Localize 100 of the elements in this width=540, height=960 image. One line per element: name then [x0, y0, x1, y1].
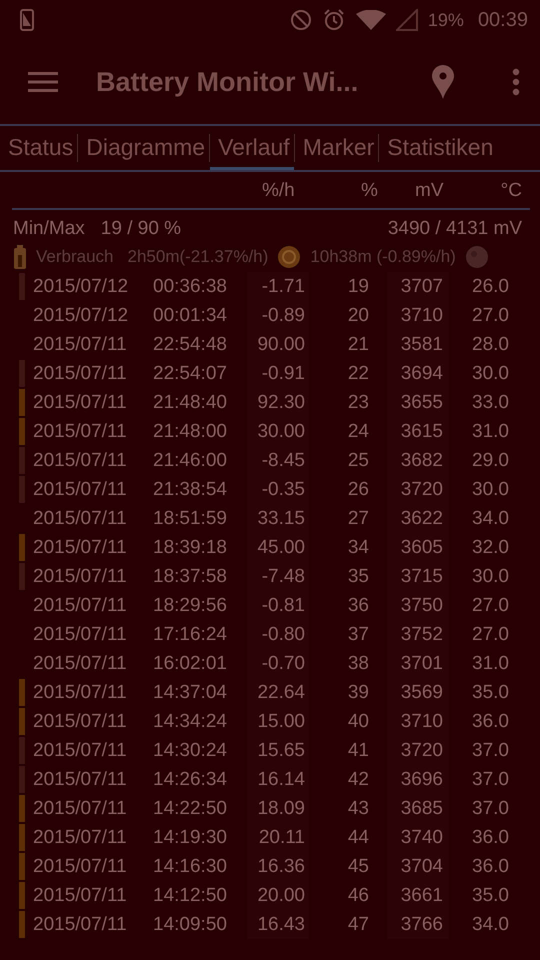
- table-cell-text: 37.0: [471, 740, 509, 762]
- table-cell-text: 18:29:56: [153, 594, 228, 616]
- table-cell: -0.91: [247, 359, 309, 388]
- table-cell-text: 2015/07/11: [33, 884, 128, 906]
- table-cell-text: 30.0: [471, 566, 509, 588]
- do-not-disturb-icon: [290, 9, 312, 31]
- table-cell-text: 21:48:00: [153, 420, 228, 442]
- table-cell-text: 19: [346, 276, 369, 298]
- table-cell-text: 2015/07/12: [33, 304, 130, 326]
- table-cell-text: 21: [346, 334, 369, 356]
- table-cell: 15.00: [247, 707, 309, 736]
- table-cell-text: 41: [346, 740, 369, 762]
- table-cell-text: 35.0: [471, 682, 509, 704]
- legend-label: Verbrauch: [36, 247, 114, 267]
- table-cell-text: 45: [346, 856, 369, 878]
- table-cell: 3661: [387, 881, 449, 910]
- table-cell-text: 31.0: [471, 420, 509, 442]
- table-cell-text: 2015/07/11: [33, 566, 128, 588]
- table-cell-text: 2015/07/11: [33, 740, 128, 762]
- column-header: %: [361, 180, 378, 202]
- table-cell: 3710: [387, 707, 449, 736]
- battery-icon: [14, 245, 26, 269]
- table-cell-text: 29.0: [471, 450, 509, 472]
- table-cell-text: 2015/07/11: [33, 594, 128, 616]
- table-cell: 3605: [387, 533, 449, 562]
- tab[interactable]: Marker: [294, 126, 378, 170]
- table-cell: 3696: [387, 765, 449, 794]
- table-cell: 20.11: [247, 823, 309, 852]
- table-cell: 22.64: [247, 678, 309, 707]
- table-cell-text: 37.0: [471, 768, 509, 790]
- table-cell: -1.71: [247, 272, 309, 301]
- location-pin-icon[interactable]: [432, 65, 454, 99]
- table-cell-text: 21:38:54: [153, 478, 228, 500]
- table-cell: -0.81: [247, 591, 309, 620]
- table-cell-text: 2015/07/11: [33, 856, 128, 878]
- screen-off-rate: 10h38m (-0.89%/h): [310, 247, 456, 267]
- table-cell-text: 14:37:04: [153, 682, 228, 704]
- tab[interactable]: Diagramme: [78, 126, 210, 170]
- table-cell: -8.45: [247, 446, 309, 475]
- table-cell: -7.48: [247, 562, 309, 591]
- table-cell: 15.65: [247, 736, 309, 765]
- table-cell: 3707: [387, 272, 449, 301]
- table-cell-text: 47: [346, 914, 369, 936]
- table-cell-text: 2015/07/11: [33, 362, 128, 384]
- table-cell: 3682: [387, 446, 449, 475]
- table-cell: 16.36: [247, 852, 309, 881]
- table-cell: -0.80: [247, 620, 309, 649]
- table-cell-text: 30.0: [471, 362, 509, 384]
- table-cell: 90.00: [247, 330, 309, 359]
- table-cell: 16.14: [247, 765, 309, 794]
- table-cell-text: 2015/07/11: [33, 914, 128, 936]
- table-cell-text: 37: [346, 624, 369, 646]
- table-cell-text: 26: [346, 478, 369, 500]
- table-cell-text: 38: [346, 652, 369, 674]
- tab[interactable]: Status: [0, 126, 78, 170]
- table-cell-text: 22:54:07: [153, 362, 228, 384]
- table-cell-text: 40: [346, 710, 369, 732]
- table-cell-text: 42: [346, 768, 369, 790]
- table-cell-text: 2015/07/11: [33, 478, 128, 500]
- table-cell-text: 36.0: [471, 826, 509, 848]
- table-cell-text: 2015/07/11: [33, 420, 128, 442]
- table-cell: -0.89: [247, 301, 309, 330]
- table-cell: 3740: [387, 823, 449, 852]
- table-cell-text: 14:12:50: [153, 884, 228, 906]
- table-cell-text: 36.0: [471, 856, 509, 878]
- table-cell-text: 30.0: [471, 478, 509, 500]
- table-cell-text: 2015/07/11: [33, 768, 128, 790]
- table-cell-text: 2015/07/11: [33, 334, 128, 356]
- table-cell-text: 27: [346, 508, 369, 530]
- table-cell: 92.30: [247, 388, 309, 417]
- table-cell: 3720: [387, 736, 449, 765]
- table-cell-text: 2015/07/12: [33, 276, 130, 298]
- more-options-icon[interactable]: [512, 68, 520, 96]
- menu-icon[interactable]: [28, 71, 58, 93]
- table-cell-text: 00:36:38: [153, 276, 228, 298]
- table-cell: 3750: [387, 591, 449, 620]
- tab[interactable]: Statistiken: [379, 126, 498, 170]
- table-cell-text: 34.0: [471, 508, 509, 530]
- table-cell-text: 22:54:48: [153, 334, 228, 356]
- table-cell: -0.35: [247, 475, 309, 504]
- table-cell: 3701: [387, 649, 449, 678]
- table-cell-text: 20: [346, 304, 369, 326]
- table-cell: 3615: [387, 417, 449, 446]
- table-cell-text: 14:09:50: [153, 914, 228, 936]
- table-cell: 3704: [387, 852, 449, 881]
- table-cell: 3569: [387, 678, 449, 707]
- table-cell-text: 18:51:59: [153, 508, 228, 530]
- alarm-icon: [322, 8, 346, 32]
- table-cell-text: 14:22:50: [153, 798, 228, 820]
- table-cell-text: 2015/07/11: [33, 798, 128, 820]
- table-cell-text: 2015/07/11: [33, 624, 128, 646]
- screen-on-rate: 2h50m(-21.37%/h): [128, 247, 268, 267]
- battery-percent: 19%: [428, 10, 464, 30]
- table-cell-text: 14:16:30: [153, 856, 228, 878]
- table-cell-text: 32.0: [471, 536, 509, 558]
- phone-icon: [20, 9, 34, 31]
- table-cell-text: 27.0: [471, 624, 509, 646]
- tab[interactable]: Verlauf: [210, 126, 294, 170]
- min-max-percent: 19 / 90 %: [100, 218, 182, 240]
- table-cell-text: 35: [346, 566, 369, 588]
